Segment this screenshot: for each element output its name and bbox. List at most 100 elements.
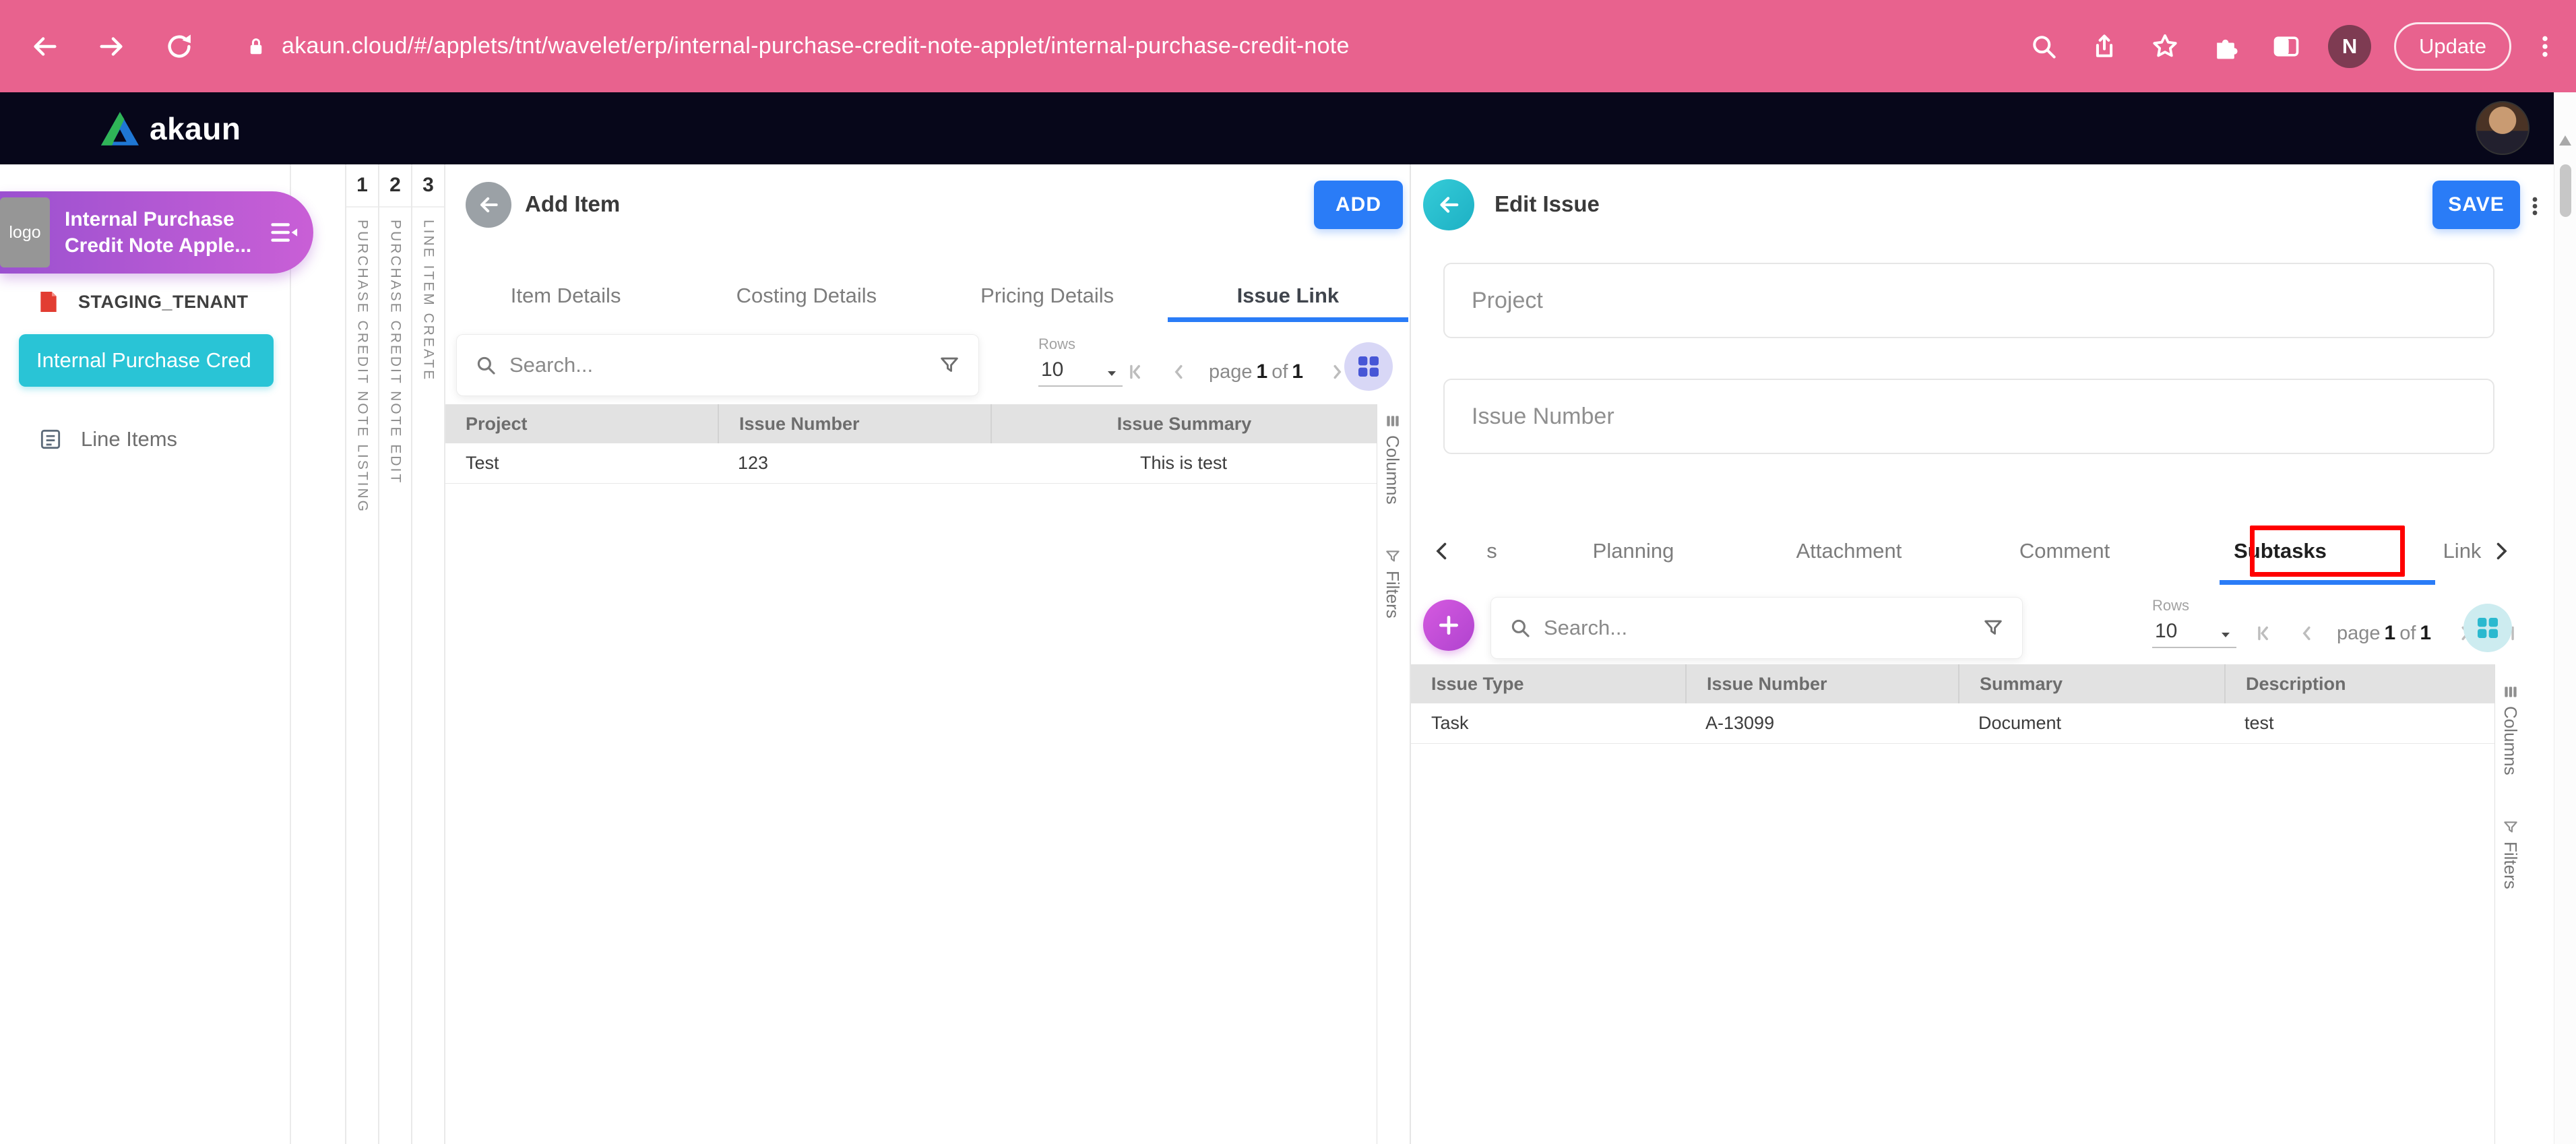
page-scrollbar[interactable] [2554, 92, 2576, 1144]
edit-issue-title: Edit Issue [1495, 191, 1600, 217]
columns-toggle[interactable]: Columns [2500, 683, 2521, 775]
table-header: Issue Type Issue Number Summary Descript… [1411, 664, 2494, 703]
tab-issue-link[interactable]: Issue Link [1168, 269, 1408, 322]
add-item-title: Add Item [525, 191, 620, 217]
page-indicator: page1of1 [2337, 622, 2435, 645]
chrome-update-button[interactable]: Update [2394, 22, 2511, 71]
rows-per-page: Rows 10 [1038, 336, 1123, 387]
brand-text: akaun [150, 110, 241, 147]
strip-purchase-credit-note-listing[interactable]: 1 PURCHASE CREDIT NOTE LISTING [345, 164, 378, 1144]
prev-page-icon[interactable] [2294, 620, 2321, 647]
find-in-page-icon[interactable] [2025, 28, 2063, 65]
edit-issue-back-button[interactable] [1423, 179, 1474, 230]
url-bar[interactable]: akaun.cloud/#/applets/tnt/wavelet/erp/in… [282, 33, 1350, 59]
col-issue-number: Issue Number [1685, 664, 1958, 703]
sidebar-item-line-items[interactable]: Line Items [0, 423, 290, 455]
browser-forward-icon[interactable] [88, 22, 136, 71]
table-row[interactable]: Task A-13099 Document test [1411, 703, 2494, 744]
rows-select[interactable]: 10 [1038, 353, 1123, 387]
dropdown-caret-icon [2218, 627, 2234, 643]
edit-issue-panel: Edit Issue SAVE s Planning Attachment Co… [1410, 164, 2554, 1144]
akaun-logo: akaun [101, 110, 241, 147]
table-side-rail: Columns Filters [2494, 664, 2525, 1144]
lock-icon[interactable] [241, 33, 271, 60]
rows-select[interactable]: 10 [2152, 614, 2236, 648]
project-field[interactable] [1443, 263, 2494, 338]
filters-toggle[interactable]: Filters [1382, 548, 1403, 618]
tab-planning[interactable]: Planning [1526, 517, 1741, 585]
tab-item-details[interactable]: Item Details [445, 269, 686, 322]
search-icon [474, 354, 497, 377]
filters-toggle[interactable]: Filters [2500, 819, 2521, 889]
col-issue-type: Issue Type [1411, 674, 1685, 695]
add-button[interactable]: ADD [1314, 181, 1403, 229]
tab-costing-details[interactable]: Costing Details [686, 269, 926, 322]
scroll-up-arrow-icon[interactable] [2559, 135, 2571, 146]
add-subtask-button[interactable] [1423, 600, 1474, 651]
tabs-viewport: s Planning Attachment Comment Subtasks L… [1458, 517, 2482, 585]
tab-link[interactable]: Link [2388, 517, 2482, 585]
save-button[interactable]: SAVE [2432, 181, 2520, 229]
issue-link-table: Project Issue Number Issue Summary Test … [445, 404, 1377, 484]
collapse-menu-icon[interactable] [263, 213, 303, 252]
share-icon[interactable] [2085, 28, 2123, 65]
columns-toggle[interactable]: Columns [1382, 412, 1403, 505]
filters-icon [2502, 819, 2519, 836]
issue-link-search[interactable] [456, 334, 979, 396]
columns-icon [2502, 683, 2519, 701]
col-issue-number: Issue Number [718, 404, 991, 443]
collapsed-step-strips: 1 PURCHASE CREDIT NOTE LISTING 2 PURCHAS… [345, 164, 445, 1144]
issue-number-input[interactable] [1472, 404, 2466, 430]
module-button[interactable]: Internal Purchase Cred [19, 334, 274, 387]
tab-subtasks[interactable]: Subtasks [2172, 517, 2388, 585]
table-row[interactable]: Test 123 This is test [445, 443, 1377, 484]
applet-title: Internal Purchase Credit Note Apple... [65, 206, 251, 259]
bookmark-star-icon[interactable] [2146, 28, 2184, 65]
grid-view-button[interactable] [2463, 604, 2512, 652]
search-input[interactable] [509, 353, 938, 377]
tab-attachment[interactable]: Attachment [1741, 517, 1957, 585]
strip-purchase-credit-note-edit[interactable]: 2 PURCHASE CREDIT NOTE EDIT [378, 164, 411, 1144]
browser-reload-icon[interactable] [155, 22, 203, 71]
tabs-scroll-left-icon[interactable] [1427, 534, 1457, 569]
issue-number-field[interactable] [1443, 379, 2494, 454]
browser-menu-kebab-icon[interactable] [2526, 28, 2564, 65]
grid-view-button[interactable] [1344, 342, 1393, 391]
filter-icon[interactable] [1982, 616, 2005, 639]
subtasks-table: Issue Type Issue Number Summary Descript… [1411, 664, 2494, 744]
filter-icon[interactable] [938, 354, 961, 377]
first-page-icon[interactable] [2251, 620, 2277, 647]
active-tab-underline [1168, 317, 1408, 322]
rows-label: Rows [2152, 597, 2236, 614]
subtasks-search[interactable] [1490, 597, 2023, 659]
extensions-icon[interactable] [2207, 28, 2244, 65]
panel-kebab-icon[interactable] [2523, 191, 2547, 221]
col-summary: Summary [1958, 664, 2224, 703]
browser-back-icon[interactable] [20, 22, 69, 71]
table-side-rail: Columns Filters [1377, 404, 1408, 1144]
tabs-scroll-right-icon[interactable] [2486, 534, 2516, 569]
strip-line-item-create[interactable]: 3 LINE ITEM CREATE [411, 164, 444, 1144]
page-indicator: page1of1 [1209, 360, 1307, 383]
search-input[interactable] [1544, 616, 1982, 640]
user-avatar[interactable] [2476, 101, 2530, 155]
tab-clipped[interactable]: s [1458, 517, 1526, 585]
first-page-icon[interactable] [1123, 358, 1150, 385]
scrollbar-thumb[interactable] [2560, 164, 2571, 217]
side-panel-icon[interactable] [2267, 28, 2305, 65]
add-item-tabs: Item Details Costing Details Pricing Det… [445, 269, 1408, 322]
tenant-selector[interactable]: STAGING_TENANT [0, 284, 290, 319]
strip-number: 2 [379, 164, 411, 208]
strip-number: 1 [346, 164, 378, 208]
columns-icon [1384, 412, 1402, 430]
applet-banner[interactable]: logo Internal Purchase Credit Note Apple… [0, 191, 313, 274]
grid-view-icon [1355, 353, 1382, 380]
add-item-back-button[interactable] [466, 182, 511, 228]
browser-profile-avatar[interactable]: N [2328, 25, 2371, 68]
prev-page-icon[interactable] [1166, 358, 1193, 385]
project-input[interactable] [1472, 288, 2466, 314]
tab-comment[interactable]: Comment [1957, 517, 2172, 585]
strip-label: LINE ITEM CREATE [420, 220, 437, 381]
back-arrow-icon [475, 191, 502, 218]
tab-pricing-details[interactable]: Pricing Details [927, 269, 1168, 322]
